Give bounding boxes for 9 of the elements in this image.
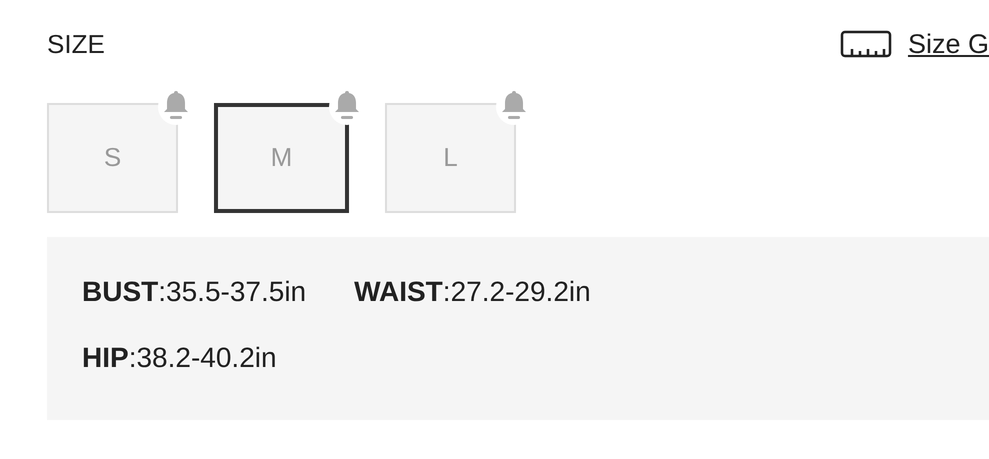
section-heading: SIZE xyxy=(47,28,105,61)
ruler-icon xyxy=(840,28,892,60)
measurement: BUST:35.5-37.5in xyxy=(82,274,306,308)
size-option[interactable]: L xyxy=(385,102,516,212)
size-guide-link[interactable]: Size G xyxy=(908,24,989,64)
measurement: WAIST:27.2-29.2in xyxy=(354,274,591,308)
size-option[interactable]: S xyxy=(47,102,178,212)
measurement: HIP:38.2-40.2in xyxy=(82,340,277,374)
size-option[interactable]: M xyxy=(214,102,349,212)
